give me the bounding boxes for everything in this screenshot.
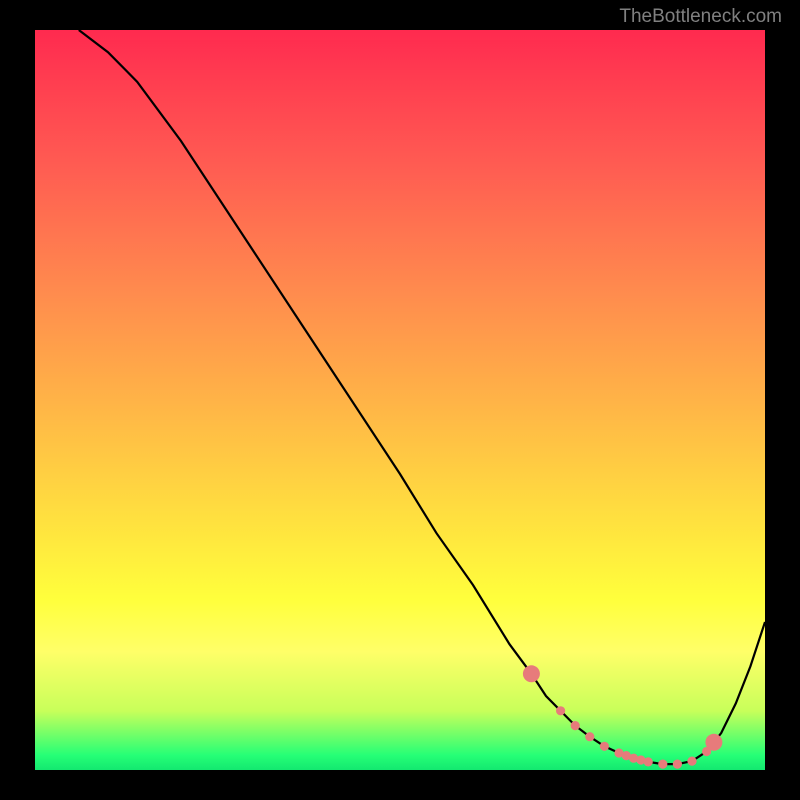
- marker-dot: [673, 760, 682, 769]
- watermark-text: TheBottleneck.com: [619, 6, 782, 28]
- marker-group: [523, 665, 723, 768]
- marker-dot: [644, 757, 653, 766]
- marker-dot-large: [705, 734, 722, 751]
- marker-dot: [556, 706, 565, 715]
- marker-dot: [585, 732, 594, 741]
- marker-dot: [687, 757, 696, 766]
- bottleneck-curve: [79, 30, 765, 764]
- chart-container: TheBottleneck.com: [0, 0, 800, 800]
- marker-dot-large: [523, 665, 540, 682]
- chart-overlay: [35, 30, 765, 770]
- marker-dot: [600, 742, 609, 751]
- marker-dot: [571, 721, 580, 730]
- marker-dot: [658, 760, 667, 769]
